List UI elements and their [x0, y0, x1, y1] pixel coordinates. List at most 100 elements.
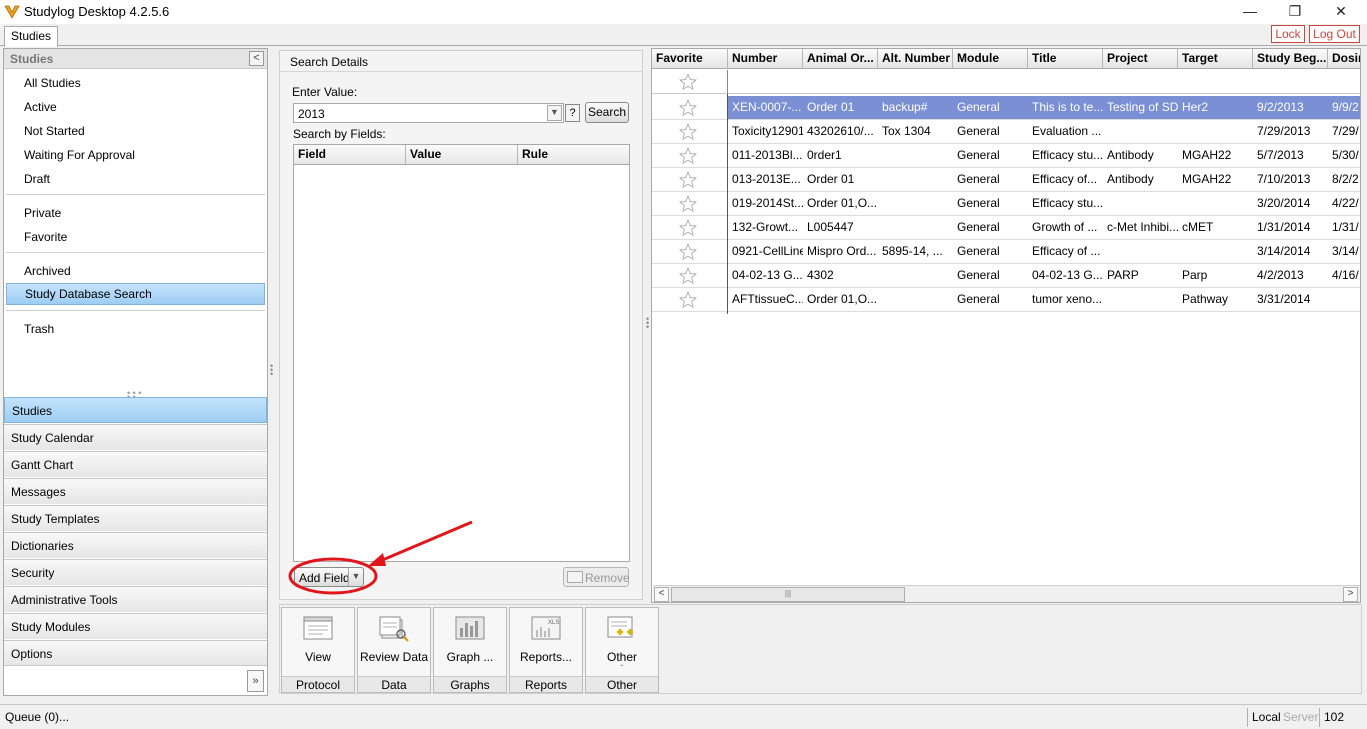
cell-project[interactable] — [1103, 240, 1178, 263]
cell-target[interactable]: Parp — [1178, 264, 1253, 287]
module-study-templates[interactable]: Study Templates — [4, 505, 267, 531]
cell-module[interactable]: General — [953, 240, 1028, 263]
tab-studies[interactable]: Studies — [4, 26, 59, 47]
cell-title[interactable]: Evaluation ... — [1028, 120, 1103, 143]
module-administrative-tools[interactable]: Administrative Tools — [4, 586, 267, 612]
cell-study-begin[interactable]: 7/10/2013 — [1253, 168, 1328, 191]
cell-target[interactable] — [1178, 120, 1253, 143]
nav-item-archived[interactable]: Archived — [6, 260, 265, 282]
chevron-down-icon[interactable]: ▼ — [348, 568, 363, 586]
cell-dosing[interactable]: 7/29/ — [1328, 120, 1360, 143]
column-header-project[interactable]: Project — [1103, 49, 1178, 69]
cell-dosing[interactable]: 9/9/2 — [1328, 96, 1360, 119]
toolbar-other-button[interactable]: Other ˇ Other — [585, 607, 659, 693]
filter-favorite-cell[interactable] — [652, 70, 728, 94]
cell-alt-number[interactable]: 5895-14, ... — [878, 240, 953, 263]
nav-item-not-started[interactable]: Not Started — [6, 120, 265, 142]
column-header-target[interactable]: Target — [1178, 49, 1253, 69]
cell-alt-number[interactable] — [878, 144, 953, 167]
panel-splitter-handle[interactable]: • • • • • — [127, 389, 147, 402]
cell-module[interactable]: General — [953, 168, 1028, 191]
toolbar-reports-button[interactable]: XLS Reports... Reports — [509, 607, 583, 693]
nav-item-trash[interactable]: Trash — [6, 318, 265, 340]
cell-favorite[interactable] — [652, 216, 728, 239]
cell-project[interactable]: Antibody — [1103, 144, 1178, 167]
horizontal-scrollbar[interactable]: < ||| > — [653, 585, 1360, 602]
cell-animal-order[interactable]: 0rder1 — [803, 144, 878, 167]
star-outline-icon[interactable] — [679, 243, 697, 261]
table-row[interactable]: 011-2013Bl... 0rder1 General Efficacy stu..… — [652, 144, 1360, 168]
column-header-title[interactable]: Title — [1028, 49, 1103, 69]
cell-number[interactable]: 011-2013Bl... — [728, 144, 803, 167]
cell-favorite[interactable] — [652, 168, 728, 191]
minimize-button[interactable]: — — [1236, 2, 1264, 22]
cell-dosing[interactable] — [1328, 288, 1360, 311]
cell-module[interactable]: General — [953, 264, 1028, 287]
cell-alt-number[interactable] — [878, 168, 953, 191]
cell-title[interactable]: 04-02-13 G... — [1028, 264, 1103, 287]
add-field-button[interactable]: Add Field ▼ — [294, 567, 364, 587]
cell-animal-order[interactable]: Order 01,O... — [803, 288, 878, 311]
column-header-rule[interactable]: Rule — [518, 145, 629, 164]
cell-project[interactable]: c-Met Inhibi... — [1103, 216, 1178, 239]
cell-target[interactable] — [1178, 240, 1253, 263]
cell-target[interactable]: Her2 — [1178, 96, 1253, 119]
grid-filter-row[interactable] — [652, 70, 1360, 94]
cell-number[interactable]: Toxicity12901 — [728, 120, 803, 143]
star-outline-icon[interactable] — [679, 267, 697, 285]
scroll-left-button[interactable]: < — [654, 587, 669, 602]
cell-number[interactable]: 013-2013E... — [728, 168, 803, 191]
logout-button[interactable]: Log Out — [1309, 25, 1360, 43]
cell-animal-order[interactable]: Order 01,O... — [803, 192, 878, 215]
star-outline-icon[interactable] — [679, 123, 697, 141]
cell-animal-order[interactable]: 43202610/... — [803, 120, 878, 143]
remove-field-button[interactable]: Remove — [563, 567, 630, 587]
cell-module[interactable]: General — [953, 96, 1028, 119]
cell-alt-number[interactable]: backup# — [878, 96, 953, 119]
cell-dosing[interactable]: 1/31/ — [1328, 216, 1360, 239]
cell-dosing[interactable]: 3/14/ — [1328, 240, 1360, 263]
cell-title[interactable]: Efficacy stu... — [1028, 192, 1103, 215]
star-outline-icon[interactable] — [679, 73, 697, 91]
cell-study-begin[interactable]: 4/2/2013 — [1253, 264, 1328, 287]
left-splitter-handle[interactable]: • • • — [270, 362, 274, 379]
table-row[interactable]: AFTtissueC... Order 01,O... General tumor x… — [652, 288, 1360, 312]
module-study-calendar[interactable]: Study Calendar — [4, 424, 267, 450]
cell-animal-order[interactable]: L005447 — [803, 216, 878, 239]
help-button[interactable]: ? — [565, 104, 580, 122]
table-row[interactable]: Toxicity12901 43202610/... Tox 1304 General… — [652, 120, 1360, 144]
nav-item-all-studies[interactable]: All Studies — [6, 72, 265, 94]
cell-project[interactable] — [1103, 192, 1178, 215]
star-outline-icon[interactable] — [679, 291, 697, 309]
toolbar-review-data-button[interactable]: Review Data Data — [357, 607, 431, 693]
cell-project[interactable] — [1103, 120, 1178, 143]
cell-dosing[interactable]: 4/16/ — [1328, 264, 1360, 287]
cell-favorite[interactable] — [652, 240, 728, 263]
close-button[interactable]: ✕ — [1327, 2, 1355, 22]
cell-favorite[interactable] — [652, 120, 728, 143]
cell-target[interactable] — [1178, 192, 1253, 215]
cell-study-begin[interactable]: 9/2/2013 — [1253, 96, 1328, 119]
cell-favorite[interactable] — [652, 144, 728, 167]
cell-alt-number[interactable] — [878, 264, 953, 287]
cell-title[interactable]: Efficacy stu... — [1028, 144, 1103, 167]
middle-splitter-handle[interactable]: • • • — [646, 315, 650, 332]
module-options[interactable]: Options — [4, 640, 267, 666]
table-row[interactable]: 0921-CellLine Mispro Ord... 5895-14, ... Ge… — [652, 240, 1360, 264]
cell-study-begin[interactable]: 3/20/2014 — [1253, 192, 1328, 215]
scroll-right-button[interactable]: > — [1343, 587, 1358, 602]
module-study-modules[interactable]: Study Modules — [4, 613, 267, 639]
toolbar-graph-button[interactable]: Graph ... Graphs — [433, 607, 507, 693]
restore-button[interactable]: ❐ — [1281, 2, 1309, 22]
cell-number[interactable]: AFTtissueC... — [728, 288, 803, 311]
cell-study-begin[interactable]: 3/14/2014 — [1253, 240, 1328, 263]
nav-item-favorite[interactable]: Favorite — [6, 226, 265, 248]
cell-title[interactable]: Efficacy of ... — [1028, 240, 1103, 263]
column-header-module[interactable]: Module — [953, 49, 1028, 69]
lock-button[interactable]: Lock — [1271, 25, 1305, 43]
star-outline-icon[interactable] — [679, 147, 697, 165]
cell-study-begin[interactable]: 7/29/2013 — [1253, 120, 1328, 143]
cell-module[interactable]: General — [953, 120, 1028, 143]
column-header-favorite[interactable]: Favorite — [652, 49, 728, 69]
cell-animal-order[interactable]: Order 01 — [803, 96, 878, 119]
